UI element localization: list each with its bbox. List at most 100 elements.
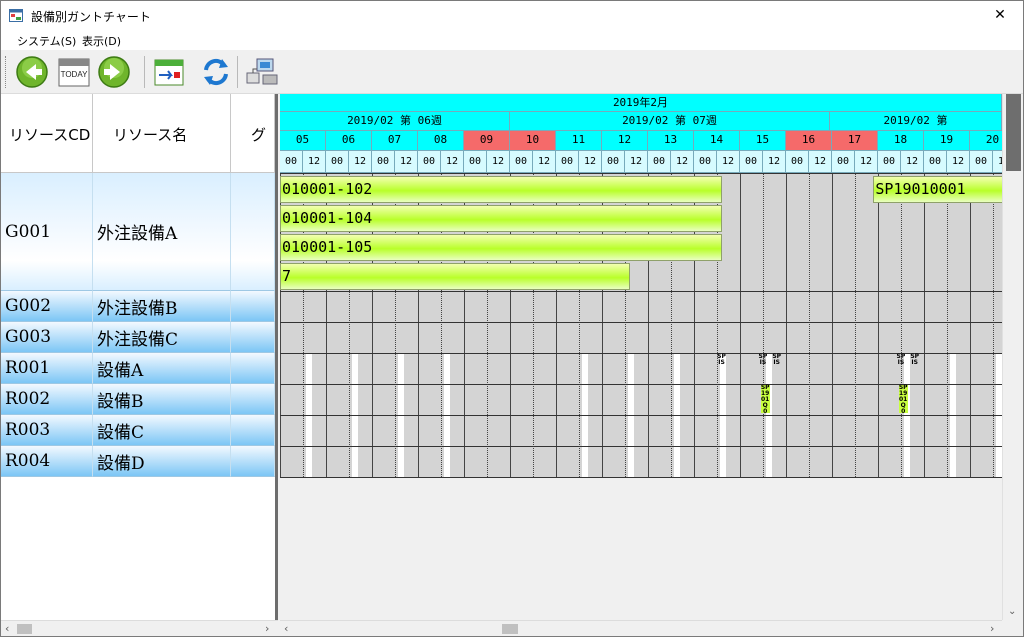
mini-task[interactable]: SPIS bbox=[772, 354, 781, 382]
day-header[interactable]: 05 bbox=[280, 131, 326, 151]
task-bar[interactable]: 7 bbox=[280, 263, 630, 290]
resource-row[interactable]: G002 外注設備B bbox=[1, 291, 275, 322]
off-time-strip bbox=[674, 353, 680, 384]
off-time-strip bbox=[352, 446, 358, 477]
day-gridline bbox=[832, 173, 833, 477]
half-day-header: 12 bbox=[395, 151, 418, 173]
scroll-left-icon[interactable]: ‹ bbox=[284, 622, 288, 635]
day-header[interactable]: 13 bbox=[648, 131, 694, 151]
day-header[interactable]: 12 bbox=[602, 131, 648, 151]
scroll-thumb[interactable] bbox=[17, 624, 32, 634]
resource-group bbox=[231, 173, 275, 291]
day-header[interactable]: 14 bbox=[694, 131, 740, 151]
resource-row[interactable]: R002 設備B bbox=[1, 384, 275, 415]
resource-row[interactable]: G001 外注設備A bbox=[1, 173, 275, 291]
mini-task[interactable]: SPIS bbox=[910, 354, 919, 382]
resource-name: 外注設備A bbox=[93, 173, 231, 291]
scroll-down-icon[interactable]: ⌄ bbox=[1008, 606, 1016, 617]
resource-row[interactable]: R001 設備A bbox=[1, 353, 275, 384]
resource-row[interactable]: G003 外注設備C bbox=[1, 322, 275, 353]
off-time-strip bbox=[582, 353, 588, 384]
day-header[interactable]: 18 bbox=[878, 131, 924, 151]
today-label: TODAY bbox=[61, 70, 88, 79]
half-day-header: 00 bbox=[326, 151, 349, 173]
half-day-header: 00 bbox=[924, 151, 947, 173]
day-header[interactable]: 06 bbox=[326, 131, 372, 151]
half-day-header: 00 bbox=[648, 151, 671, 173]
day-header[interactable]: 08 bbox=[418, 131, 464, 151]
scroll-thumb[interactable] bbox=[502, 624, 518, 634]
day-header[interactable]: 16 bbox=[786, 131, 832, 151]
day-header[interactable]: 09 bbox=[464, 131, 510, 151]
day-header[interactable]: 07 bbox=[372, 131, 418, 151]
day-header[interactable]: 17 bbox=[832, 131, 878, 151]
off-time-strip bbox=[904, 415, 910, 446]
gantt-horizontal-scrollbar[interactable]: ‹ › bbox=[280, 620, 1002, 636]
network-settings-icon[interactable] bbox=[244, 55, 280, 89]
day-header[interactable]: 19 bbox=[924, 131, 970, 151]
close-icon[interactable]: ✕ bbox=[977, 1, 1023, 30]
forward-arrow-icon[interactable] bbox=[96, 55, 132, 89]
off-time-strip bbox=[398, 384, 404, 415]
resource-name: 外注設備C bbox=[93, 322, 231, 353]
task-bar[interactable]: 010001-104 bbox=[280, 205, 722, 232]
menu-bar: システム(S) 表示(D) bbox=[1, 30, 1023, 50]
refresh-icon[interactable] bbox=[198, 55, 234, 89]
task-bar[interactable]: 010001-102 bbox=[280, 176, 722, 203]
mini-task[interactable]: SPIS bbox=[717, 354, 726, 382]
half-day-header: 00 bbox=[878, 151, 901, 173]
resource-name: 設備A bbox=[93, 353, 231, 384]
row-separator bbox=[280, 415, 1002, 416]
gantt-chart[interactable]: 2019年2月 2019/02 第 06週 2019/02 第 07週 2019/02… bbox=[280, 94, 1002, 620]
row-separator bbox=[280, 291, 1002, 292]
scroll-right-icon[interactable]: › bbox=[990, 622, 994, 635]
half-day-gridline bbox=[947, 173, 948, 477]
mini-task[interactable]: SP1901Q0 bbox=[898, 385, 908, 415]
app-icon bbox=[9, 9, 23, 22]
today-calendar-icon[interactable]: TODAY bbox=[56, 55, 92, 89]
off-time-strip bbox=[628, 353, 634, 384]
resource-row[interactable]: R003 設備C bbox=[1, 415, 275, 446]
off-time-strip bbox=[444, 446, 450, 477]
resource-panel: リソースCD リソース名 グ G001 外注設備A G002 外注設備B G00… bbox=[1, 94, 278, 620]
header-resource-name[interactable]: リソース名 bbox=[93, 94, 231, 173]
off-time-strip bbox=[444, 353, 450, 384]
off-time-strip bbox=[950, 384, 956, 415]
menu-view[interactable]: 表示(D) bbox=[82, 33, 121, 49]
vertical-scrollbar[interactable]: ⌄ bbox=[1002, 94, 1023, 620]
half-day-header: 00 bbox=[970, 151, 993, 173]
toolbar-grip[interactable] bbox=[5, 56, 8, 88]
mini-task[interactable]: SP1901Q0 bbox=[760, 385, 770, 415]
resource-cd: R002 bbox=[1, 384, 93, 415]
header-group[interactable]: グ bbox=[231, 94, 275, 173]
task-bar[interactable]: SP19010001 bbox=[873, 176, 1002, 203]
left-horizontal-scrollbar[interactable]: ‹ › bbox=[1, 620, 278, 636]
mini-task[interactable]: SPIS bbox=[758, 353, 768, 382]
task-bar[interactable]: 010001-105 bbox=[280, 234, 722, 261]
mini-task-label: SPIS bbox=[758, 353, 768, 366]
scroll-thumb[interactable] bbox=[1006, 94, 1021, 171]
scroll-right-icon[interactable]: › bbox=[265, 622, 269, 635]
day-header[interactable]: 20 bbox=[970, 131, 1002, 151]
half-day-header: 00 bbox=[740, 151, 763, 173]
header-resource-cd[interactable]: リソースCD bbox=[1, 94, 93, 173]
back-arrow-icon[interactable] bbox=[14, 55, 50, 89]
day-header[interactable]: 11 bbox=[556, 131, 602, 151]
day-header[interactable]: 15 bbox=[740, 131, 786, 151]
resource-row[interactable]: R004 設備D bbox=[1, 446, 275, 477]
mini-task-label: SPIS bbox=[896, 353, 906, 366]
half-day-header: 12 bbox=[947, 151, 970, 173]
off-time-strip bbox=[720, 446, 726, 477]
day-header[interactable]: 10 bbox=[510, 131, 556, 151]
half-day-header: 12 bbox=[855, 151, 878, 173]
title-bar: 設備別ガントチャート ✕ bbox=[1, 1, 1023, 30]
off-time-strip bbox=[950, 415, 956, 446]
scroll-left-icon[interactable]: ‹ bbox=[5, 622, 9, 635]
mini-task[interactable]: SPIS bbox=[896, 353, 906, 382]
off-time-strip bbox=[720, 415, 726, 446]
half-day-header: 00 bbox=[832, 151, 855, 173]
export-calendar-icon[interactable] bbox=[151, 55, 187, 89]
half-day-gridline bbox=[901, 173, 902, 477]
menu-system[interactable]: システム(S) bbox=[17, 33, 76, 49]
off-time-strip bbox=[766, 446, 772, 477]
